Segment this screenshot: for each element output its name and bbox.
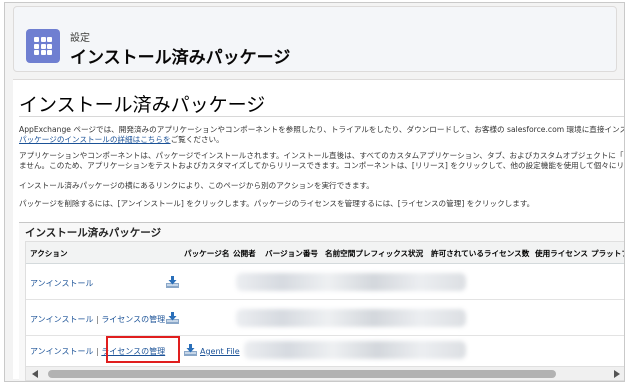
table-header-row: アクション パッケージ名 公開者 バージョン番号 名前空間プレフィックス 状況 …	[26, 242, 624, 264]
page-title: インストール済みパッケージ	[19, 94, 266, 116]
column-header-used-licenses[interactable]: 使用ライセンス	[535, 248, 588, 259]
table-row: アンインストール | ライセンスの管理	[26, 300, 624, 336]
main-content: インストール済みパッケージ AppExchange ページでは、開発済みのアプリ…	[13, 79, 625, 381]
install-line-2: ません。このため、アプリケーションをテストおよびカスタマイズしてからリリースでき…	[19, 161, 625, 170]
horizontal-scrollbar[interactable]	[26, 366, 624, 380]
table-row: アンインストール | ライセンスの管理 Agent File	[26, 334, 624, 366]
header-title: インストール済みパッケージ	[70, 48, 291, 68]
actions-paragraph: インストール済みパッケージの横にあるリンクにより、このページから別のアクションを…	[19, 181, 374, 190]
installed-packages-section: インストール済みパッケージ アクション パッケージ名 公開者 バージョン番号 名…	[19, 222, 624, 381]
redacted-package-details	[236, 273, 466, 291]
install-details-link[interactable]: パッケージのインストールの詳細はこちらを	[19, 135, 171, 144]
download-icon[interactable]	[166, 276, 179, 288]
column-header-namespace-prefix[interactable]: 名前空間プレフィックス	[325, 248, 408, 259]
setup-window: 設定 インストール済みパッケージ インストール済みパッケージ AppExchan…	[4, 2, 625, 382]
download-icon[interactable]	[184, 344, 197, 356]
install-line-1: アプリケーションやコンポーネントは、パッケージでインストールされます。インストー…	[19, 151, 625, 160]
intro-link-suffix: ご覧ください。	[170, 135, 224, 144]
redacted-package-details	[244, 341, 466, 359]
column-header-publisher[interactable]: 公開者	[233, 248, 256, 259]
title-divider	[19, 116, 624, 117]
column-header-status[interactable]: 状況	[408, 248, 423, 259]
app-launcher-grid-icon[interactable]	[26, 29, 60, 63]
scroll-left-arrow-icon[interactable]	[32, 370, 38, 378]
redacted-package-details	[236, 309, 466, 327]
manage-licenses-link[interactable]: ライセンスの管理	[101, 315, 165, 324]
manage-licenses-highlight	[106, 336, 180, 363]
install-paragraph: アプリケーションやコンポーネントは、パッケージでインストールされます。インストー…	[19, 151, 625, 171]
header-subtitle: 設定	[70, 33, 90, 44]
column-header-allowed-licenses[interactable]: 許可されているライセンス数	[431, 248, 529, 259]
section-title: インストール済みパッケージ	[25, 227, 162, 239]
column-header-package-name[interactable]: パッケージ名	[184, 248, 229, 259]
row-actions: アンインストール	[30, 278, 94, 289]
intro-paragraph: AppExchange ページでは、開発済みのアプリケーションやコンポーネントを…	[19, 125, 625, 145]
download-icon[interactable]	[166, 312, 179, 324]
remove-paragraph: パッケージを削除するには、[アンインストール] をクリックします。パッケージのラ…	[19, 199, 535, 208]
row-actions: アンインストール | ライセンスの管理	[30, 314, 165, 325]
intro-line: AppExchange ページでは、開発済みのアプリケーションやコンポーネントを…	[19, 125, 625, 134]
page-header: 設定 インストール済みパッケージ	[13, 6, 617, 72]
uninstall-link[interactable]: アンインストール	[30, 279, 94, 288]
column-header-platform[interactable]: プラットフォー	[591, 248, 624, 259]
package-name-link[interactable]: Agent File	[200, 347, 240, 356]
column-header-action: アクション	[30, 249, 68, 258]
uninstall-link[interactable]: アンインストール	[30, 315, 94, 324]
uninstall-link[interactable]: アンインストール	[30, 347, 94, 356]
installed-packages-table: アクション パッケージ名 公開者 バージョン番号 名前空間プレフィックス 状況 …	[25, 241, 624, 381]
scrollbar-thumb[interactable]	[48, 370, 556, 378]
table-row: アンインストール	[26, 264, 624, 300]
column-header-version[interactable]: バージョン番号	[265, 248, 318, 259]
scroll-right-arrow-icon[interactable]	[614, 370, 620, 378]
